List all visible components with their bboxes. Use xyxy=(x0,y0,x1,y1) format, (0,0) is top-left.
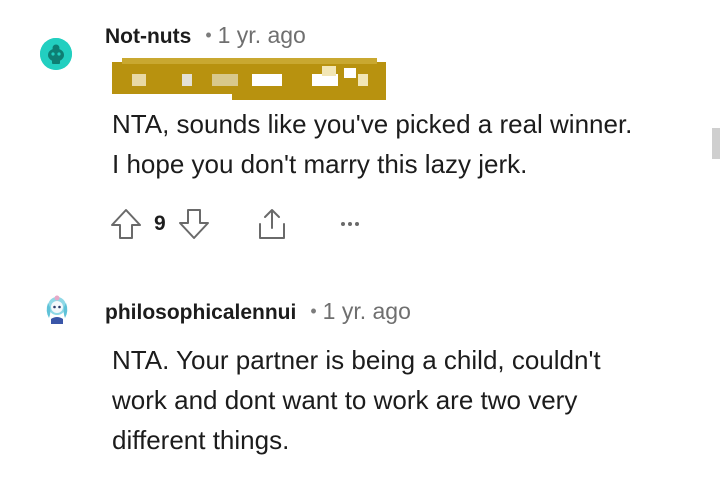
comment-actions: 9 xyxy=(108,204,362,244)
snoo-avatar-icon xyxy=(40,38,72,70)
separator-dot: • xyxy=(310,301,317,321)
downvote-button[interactable] xyxy=(176,206,212,242)
scrollbar-thumb[interactable] xyxy=(712,128,720,159)
downvote-icon xyxy=(178,209,209,239)
username-link[interactable]: philosophicalennui xyxy=(105,301,296,325)
comment-meta: philosophicalennui • 1 yr. ago xyxy=(105,298,411,325)
share-icon xyxy=(258,209,285,239)
more-options-button[interactable] xyxy=(338,212,362,236)
timestamp[interactable]: 1 yr. ago xyxy=(218,22,306,49)
timestamp[interactable]: 1 yr. ago xyxy=(323,298,411,325)
comment-meta: Not-nuts • 1 yr. ago xyxy=(105,22,306,49)
avatar[interactable] xyxy=(41,293,73,325)
comment-line: NTA. Your partner is being a child, coul… xyxy=(112,345,601,375)
comment-thread: Not-nuts • 1 yr. ago NTA, sounds like yo… xyxy=(0,0,720,477)
comment-line: different things. xyxy=(112,425,290,455)
share-button[interactable] xyxy=(254,206,290,242)
comment-line: work and dont want to work are two very xyxy=(112,385,578,415)
more-icon xyxy=(340,222,359,226)
comment-line: I hope you don't marry this lazy jerk. xyxy=(112,149,528,179)
upvote-icon xyxy=(111,209,141,239)
comment-body: NTA. Your partner is being a child, coul… xyxy=(112,340,601,460)
comment-body: NTA, sounds like you've picked a real wi… xyxy=(112,104,632,184)
comment-line: NTA, sounds like you've picked a real wi… xyxy=(112,109,633,139)
avatar[interactable] xyxy=(40,38,72,70)
separator-dot: • xyxy=(205,25,212,45)
vote-count: 9 xyxy=(154,212,166,235)
upvote-button[interactable] xyxy=(108,206,144,242)
user-flair-badge xyxy=(112,58,386,100)
username-link[interactable]: Not-nuts xyxy=(105,25,191,49)
snoo-avatar-icon xyxy=(46,295,68,324)
